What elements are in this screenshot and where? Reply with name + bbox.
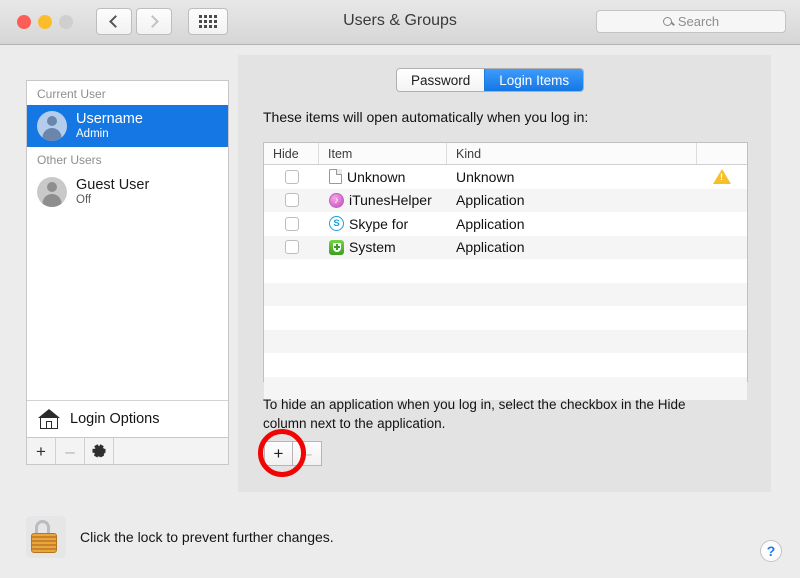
login-items-table: Hide Item Kind Unknown Unknown (263, 142, 748, 382)
item-label: System (349, 239, 396, 255)
column-header-hide[interactable]: Hide (264, 143, 319, 164)
hide-cell (264, 165, 319, 189)
item-cell: ♪ iTunesHelper (319, 189, 447, 213)
window-titlebar: Users & Groups Search (0, 0, 800, 45)
login-options-label: Login Options (70, 411, 159, 427)
users-and-groups-window: Users & Groups Search Current User Usern… (0, 0, 800, 578)
tab-bar: Password Login Items (396, 68, 584, 92)
column-header-status[interactable] (697, 143, 747, 164)
lock-message: Click the lock to prevent further change… (80, 529, 334, 545)
sidebar-item-login-options[interactable]: Login Options (27, 400, 228, 436)
help-button[interactable]: ? (760, 540, 782, 562)
item-label: Unknown (347, 169, 405, 185)
kind-label: Application (456, 216, 525, 232)
search-placeholder: Search (678, 14, 719, 29)
item-cell: Unknown (319, 165, 447, 189)
sidebar-toolbar: + – (27, 437, 228, 464)
table-empty-row (264, 353, 747, 377)
table-header-row: Hide Item Kind (264, 143, 747, 165)
status-cell (697, 212, 747, 236)
table-row[interactable]: Unknown Unknown (264, 165, 747, 189)
hide-checkbox[interactable] (285, 240, 299, 254)
hide-checkbox[interactable] (285, 217, 299, 231)
sidebar-group-current-user: Current User (27, 81, 228, 105)
kind-label: Application (456, 192, 525, 208)
itunes-icon: ♪ (329, 193, 344, 208)
hide-checkbox[interactable] (285, 170, 299, 184)
status-cell (697, 189, 747, 213)
lock-row[interactable]: Click the lock to prevent further change… (26, 516, 334, 558)
warning-triangle-icon (713, 169, 731, 184)
add-user-button[interactable]: + (27, 438, 56, 464)
kind-cell: Application (447, 236, 697, 260)
hide-cell (264, 236, 319, 260)
tab-login-items[interactable]: Login Items (484, 69, 583, 91)
gear-icon (93, 445, 106, 458)
shield-icon (329, 240, 344, 255)
column-header-item[interactable]: Item (319, 143, 447, 164)
hide-cell (264, 212, 319, 236)
login-items-panel: Password Login Items These items will op… (238, 55, 771, 492)
help-text: To hide an application when you log in, … (263, 395, 723, 433)
kind-label: Unknown (456, 169, 514, 185)
table-empty-row (264, 259, 747, 283)
status-cell (697, 236, 747, 260)
table-row[interactable]: System Application (264, 236, 747, 260)
tab-password[interactable]: Password (397, 69, 484, 91)
table-empty-row (264, 283, 747, 307)
item-cell: S Skype for (319, 212, 447, 236)
house-icon (38, 409, 60, 429)
annotation-red-circle (258, 429, 306, 477)
search-input[interactable]: Search (596, 10, 786, 33)
sidebar-user-status: Off (76, 193, 149, 207)
table-empty-row (264, 330, 747, 354)
table-row[interactable]: S Skype for Application (264, 212, 747, 236)
hide-checkbox[interactable] (285, 193, 299, 207)
avatar (37, 111, 67, 141)
kind-cell: Application (447, 212, 697, 236)
column-header-kind[interactable]: Kind (447, 143, 697, 164)
kind-cell: Unknown (447, 165, 697, 189)
hide-cell (264, 189, 319, 213)
sidebar-user-status: Admin (76, 127, 143, 141)
avatar (37, 177, 67, 207)
kind-cell: Application (447, 189, 697, 213)
item-label: iTunesHelper (349, 192, 432, 208)
search-icon (663, 17, 672, 26)
unlocked-padlock-icon[interactable] (26, 516, 66, 558)
item-label: Skype for (349, 216, 408, 232)
sidebar-settings-button[interactable] (85, 438, 114, 464)
status-cell (697, 165, 747, 189)
table-row[interactable]: ♪ iTunesHelper Application (264, 189, 747, 213)
users-sidebar: Current User Username Admin Other Users … (26, 80, 229, 465)
sidebar-group-other-users: Other Users (27, 147, 228, 171)
sidebar-item-username[interactable]: Username Admin (27, 105, 228, 147)
intro-text: These items will open automatically when… (263, 109, 588, 125)
table-empty-row (264, 306, 747, 330)
kind-label: Application (456, 239, 525, 255)
sidebar-item-guest-user[interactable]: Guest User Off (27, 171, 228, 213)
skype-icon: S (329, 216, 344, 231)
sidebar-user-name: Username (76, 111, 143, 127)
remove-user-button[interactable]: – (56, 438, 85, 464)
sidebar-user-name: Guest User (76, 177, 149, 193)
document-icon (329, 169, 342, 184)
item-cell: System (319, 236, 447, 260)
